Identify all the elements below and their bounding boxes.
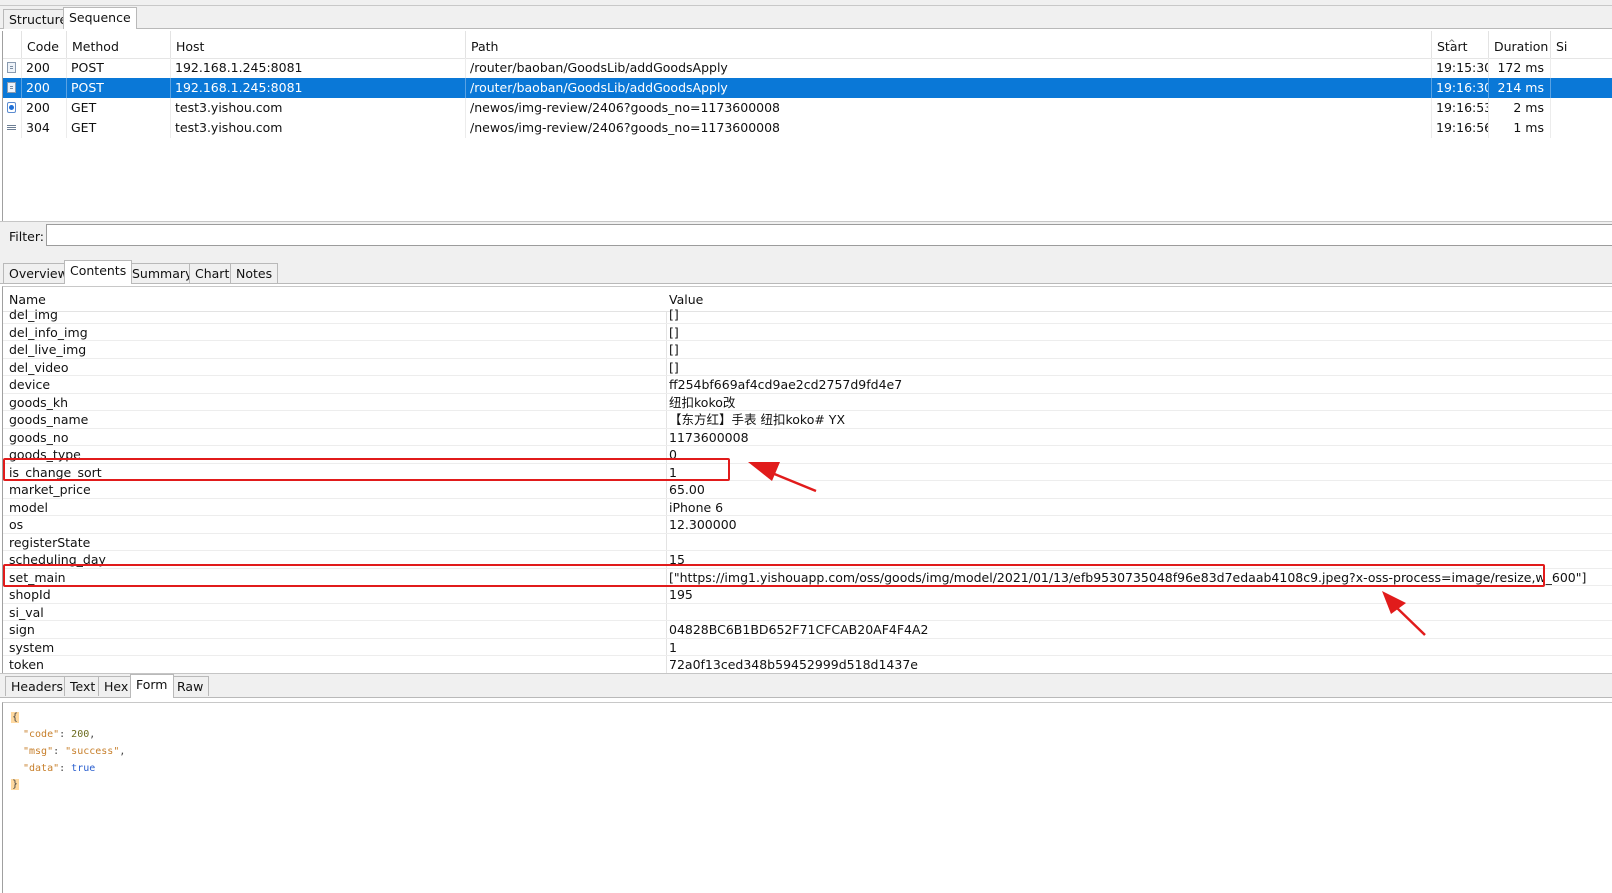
arrow-icon [748, 462, 817, 493]
tab-sequence[interactable]: Sequence [63, 7, 137, 29]
tab-form[interactable]: Form [130, 674, 174, 698]
arrow-icon [1382, 591, 1426, 636]
tab-contents[interactable]: Contents [64, 260, 133, 284]
annotation-arrows [748, 462, 1426, 636]
